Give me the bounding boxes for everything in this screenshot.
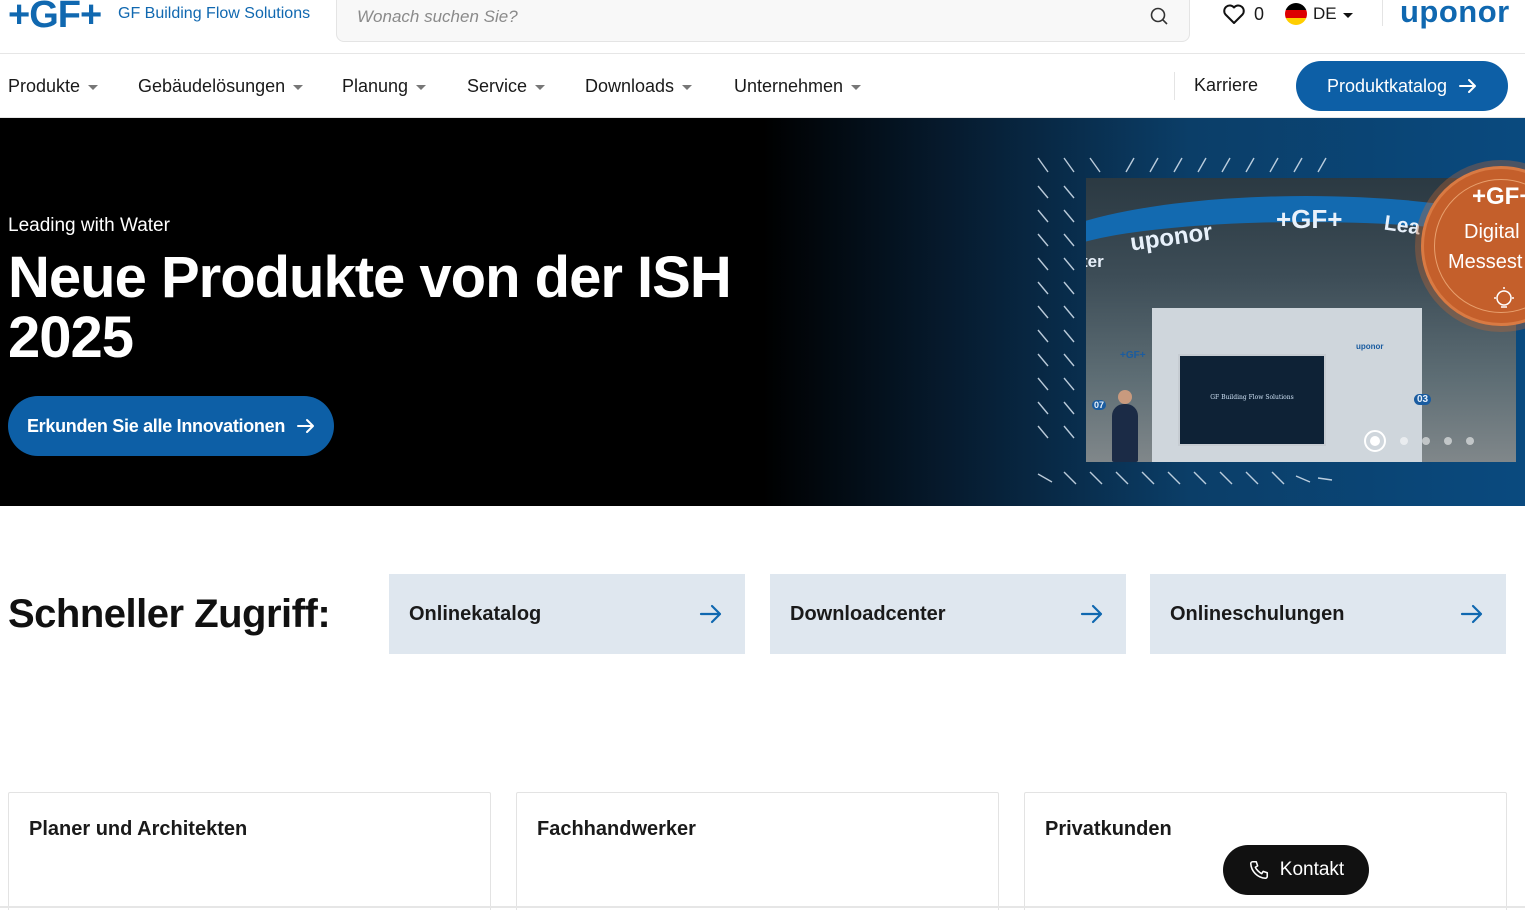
produktkatalog-button[interactable]: Produktkatalog <box>1296 61 1508 111</box>
nav-item-label: Service <box>467 75 528 96</box>
produktkatalog-button-label: Produktkatalog <box>1326 75 1448 96</box>
audience-card-label: Privatkunden <box>1045 818 1172 840</box>
lightbulb-icon <box>1494 287 1514 308</box>
main-navigation: Produkte Gebäudelösungen Planung Service… <box>0 54 1525 118</box>
carousel-dot[interactable] <box>1466 437 1474 445</box>
gf-tagline[interactable]: GF Building Flow Solutions <box>118 5 310 23</box>
quick-card-downloadcenter[interactable]: Downloadcenter <box>770 574 1126 654</box>
hero-eyebrow: Leading with Water <box>8 215 170 236</box>
badge-gf-text: +GF+ <box>1472 183 1525 210</box>
arrow-right-icon <box>297 419 315 433</box>
badge-messestand-text: Messest <box>1448 251 1523 273</box>
gf-logo[interactable]: +GF+ <box>8 0 102 37</box>
hero-banner: Leading with Water Neue Produkte von der… <box>0 118 1525 506</box>
phone-icon <box>1249 860 1268 880</box>
quick-card-onlineschulungen[interactable]: Onlineschulungen <box>1150 574 1506 654</box>
audience-card-planer[interactable]: Planer und Architekten <box>8 792 491 910</box>
carousel-dot[interactable] <box>1422 437 1430 445</box>
booth-screen-text: GF Building Flow Solutions <box>1210 394 1294 401</box>
language-selector[interactable]: DE <box>1285 2 1353 26</box>
explore-innovations-label: Erkunden Sie alle Innovationen <box>26 415 286 436</box>
person-figure <box>1112 390 1138 462</box>
nav-item-service[interactable]: Service <box>467 74 546 98</box>
quick-card-label: Onlinekatalog <box>409 602 542 625</box>
audience-card-label: Planer und Architekten <box>29 818 248 840</box>
quick-card-onlinekatalog[interactable]: Onlinekatalog <box>389 574 745 654</box>
nav-item-label: Downloads <box>585 75 675 96</box>
booth-uponor-text: uponor <box>1356 342 1384 351</box>
nav-item-label: Gebäudelösungen <box>138 75 286 96</box>
quick-access-title: Schneller Zugriff: <box>8 592 331 636</box>
audience-card-label: Fachhandwerker <box>537 818 696 840</box>
nav-item-unternehmen[interactable]: Unternehmen <box>734 74 862 98</box>
arrow-right-icon <box>699 604 722 624</box>
banner-lea-text: Lea <box>1382 211 1422 240</box>
carousel-dot[interactable] <box>1444 437 1452 445</box>
nav-item-downloads[interactable]: Downloads <box>585 74 693 98</box>
booth-gf-text: +GF+ <box>1120 350 1146 361</box>
search-input[interactable] <box>357 3 1117 31</box>
search-icon[interactable] <box>1149 6 1169 26</box>
wishlist-button[interactable]: 0 <box>1222 2 1264 26</box>
arrow-right-icon <box>1459 79 1477 93</box>
banner-gf-text: +GF+ <box>1276 204 1343 234</box>
german-flag-icon <box>1285 3 1307 25</box>
chevron-down-icon <box>88 84 99 90</box>
carousel-pagination <box>1364 430 1474 452</box>
heart-icon <box>1223 4 1245 24</box>
nav-item-planung[interactable]: Planung <box>342 74 427 98</box>
wishlist-count: 0 <box>1254 3 1265 24</box>
quick-card-label: Onlineschulungen <box>1170 602 1345 625</box>
carousel-dot[interactable] <box>1400 437 1408 445</box>
banner-text: ter <box>1086 252 1104 271</box>
contact-button[interactable]: Kontakt <box>1223 845 1369 895</box>
karriere-link[interactable]: Karriere <box>1194 75 1258 96</box>
quick-card-label: Downloadcenter <box>790 602 946 625</box>
arrow-right-icon <box>1080 604 1103 624</box>
audience-card-fachhandwerker[interactable]: Fachhandwerker <box>516 792 999 910</box>
nav-divider <box>1174 72 1175 100</box>
badge-digital-text: Digital <box>1464 221 1520 243</box>
nav-item-gebaeudeloesungen[interactable]: Gebäudelösungen <box>138 74 304 98</box>
chevron-down-icon <box>1342 12 1353 18</box>
arrow-right-icon <box>1460 604 1483 624</box>
explore-innovations-button[interactable]: Erkunden Sie alle Innovationen <box>8 396 334 456</box>
uponor-logo[interactable]: uponor <box>1400 0 1510 30</box>
booth-screen: GF Building Flow Solutions <box>1178 354 1326 446</box>
page-bottom-divider <box>0 906 1525 908</box>
nav-item-produkte[interactable]: Produkte <box>8 74 99 98</box>
chevron-down-icon <box>535 84 546 90</box>
booth-number-07: 07 <box>1092 400 1107 410</box>
language-label: DE <box>1313 4 1337 23</box>
chevron-down-icon <box>682 84 693 90</box>
chevron-down-icon <box>416 84 427 90</box>
chevron-down-icon <box>851 84 862 90</box>
nav-item-label: Unternehmen <box>734 75 844 96</box>
chevron-down-icon <box>293 84 304 90</box>
hero-title: Neue Produkte von der ISH 2025 <box>8 245 732 370</box>
top-bar: +GF+ GF Building Flow Solutions 0 DE upo… <box>0 0 1525 54</box>
nav-item-label: Planung <box>342 75 409 96</box>
search-box <box>336 0 1190 42</box>
carousel-dot-active[interactable] <box>1364 430 1386 452</box>
nav-item-label: Produkte <box>8 75 81 96</box>
contact-button-label: Kontakt <box>1279 859 1345 880</box>
header-divider <box>1382 0 1383 26</box>
booth-number-03: 03 <box>1414 394 1432 405</box>
